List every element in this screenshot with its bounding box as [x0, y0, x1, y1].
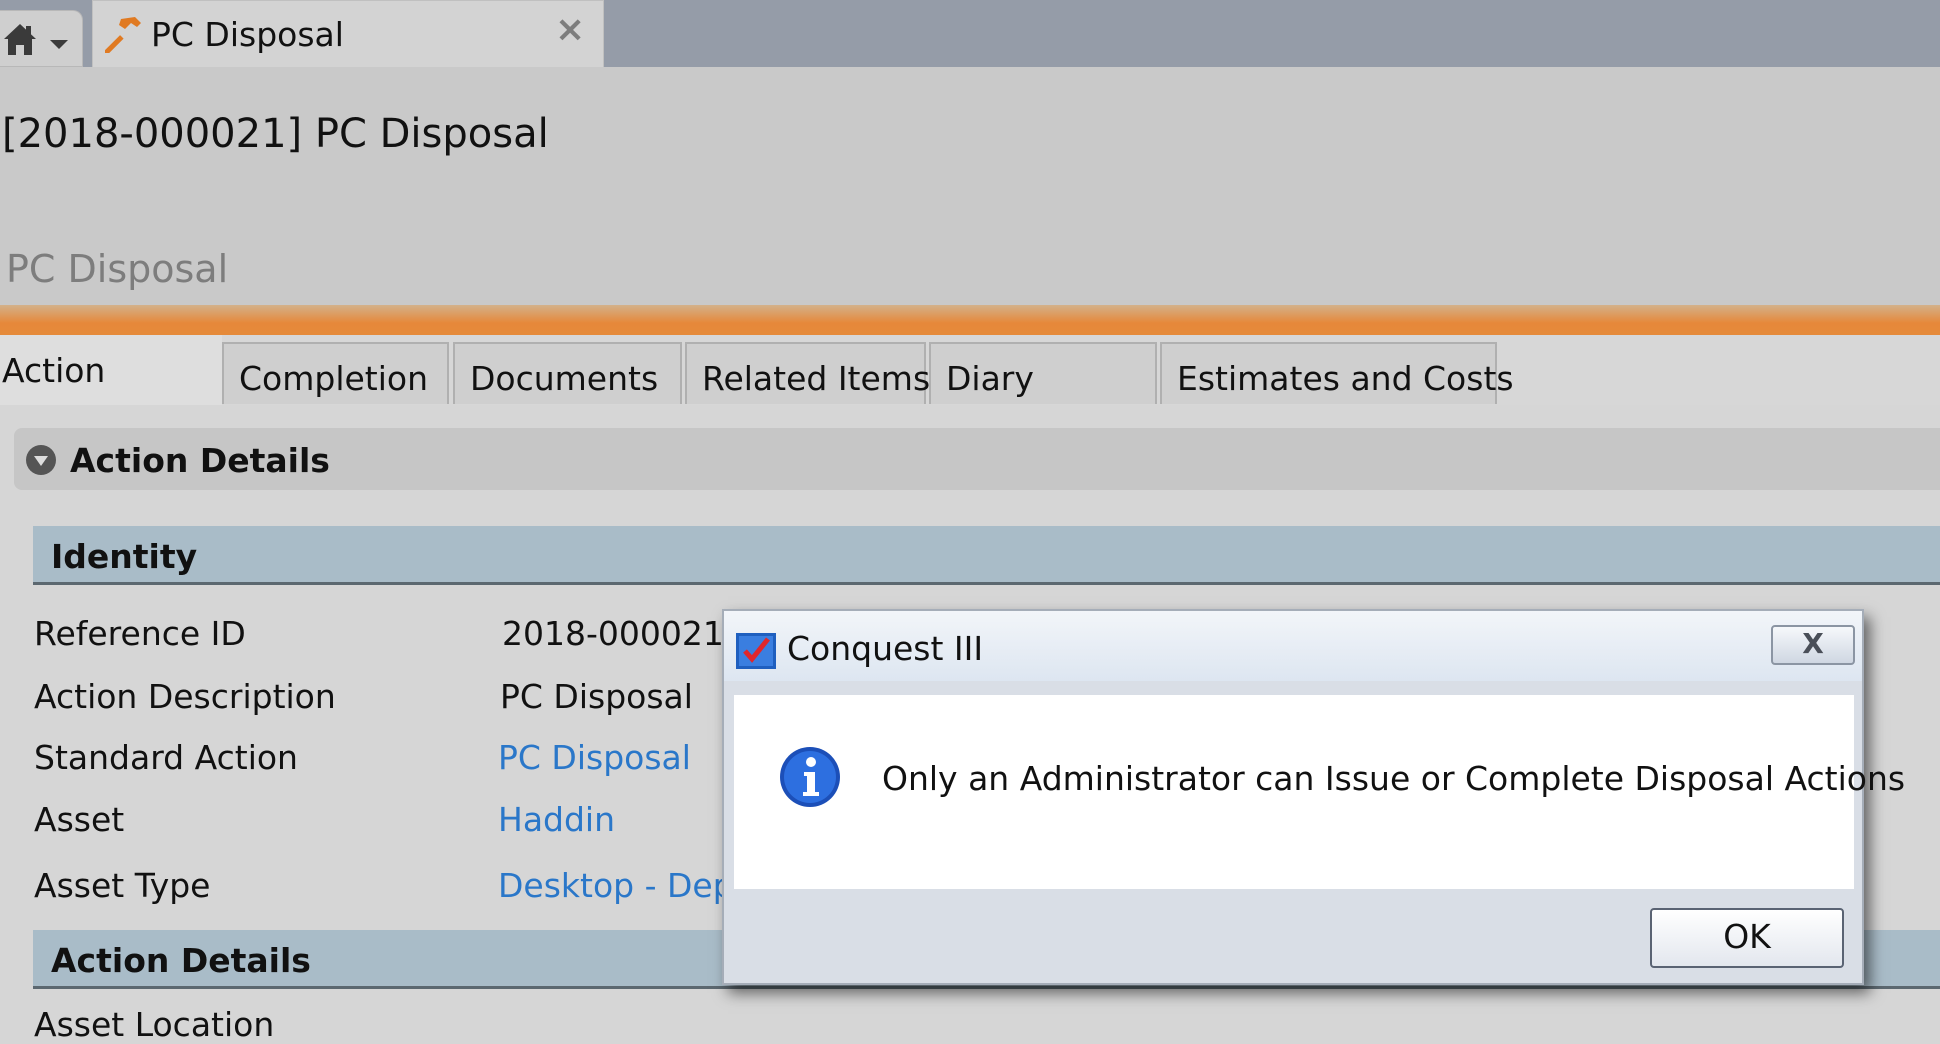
message-dialog: Conquest III X Only an Administrator can…: [722, 609, 1905, 985]
dialog-close-button[interactable]: X: [1771, 625, 1855, 665]
tab-diary[interactable]: Diary: [929, 342, 1157, 404]
dialog-titlebar[interactable]: Conquest III X: [724, 611, 1862, 681]
dialog-message: Only an Administrator can Issue or Compl…: [882, 759, 1906, 798]
tab-completion[interactable]: Completion: [222, 342, 449, 404]
record-header: [2018-000021] PC Disposal PC Disposal: [0, 67, 1940, 310]
field-label-asset: Asset: [34, 800, 125, 839]
identity-group-header: Identity: [33, 526, 1940, 585]
section-title: Action Details: [70, 441, 330, 480]
page-title: [2018-000021] PC Disposal: [2, 111, 549, 157]
app-checkmark-icon: [736, 633, 776, 669]
field-label-asset-location: Asset Location: [34, 1005, 275, 1044]
standard-action-link[interactable]: PC Disposal: [498, 738, 691, 777]
document-tab-title: PC Disposal: [151, 15, 344, 54]
field-label-reference-id: Reference ID: [34, 614, 246, 653]
tab-estimates-and-costs[interactable]: Estimates and Costs: [1160, 342, 1514, 404]
dialog-body: Only an Administrator can Issue or Compl…: [734, 695, 1905, 889]
page-subtitle: PC Disposal: [6, 247, 229, 291]
asset-type-link[interactable]: Desktop - Depr: [498, 866, 747, 905]
tab-documents[interactable]: Documents: [453, 342, 682, 404]
close-tab-icon[interactable]: ×: [555, 9, 585, 50]
asset-link[interactable]: Haddin: [498, 800, 615, 839]
info-icon: [780, 747, 840, 807]
action-details-section-header[interactable]: Action Details: [14, 428, 1940, 490]
group-title: Action Details: [51, 941, 311, 980]
header-accent-bar: [0, 305, 1940, 335]
home-icon: [4, 24, 36, 55]
field-label-asset-type: Asset Type: [34, 866, 211, 905]
group-title: Identity: [51, 537, 198, 576]
document-tab[interactable]: PC Disposal ×: [92, 0, 604, 68]
chevron-down-icon: [50, 40, 68, 49]
field-value-action-description: PC Disposal: [500, 677, 693, 716]
field-label-action-description: Action Description: [34, 677, 336, 716]
field-label-standard-action: Standard Action: [34, 738, 298, 777]
record-tabs: Action Completion Documents Related Item…: [0, 335, 1940, 405]
hammer-icon: [105, 17, 141, 53]
tab-related-items[interactable]: Related Items: [685, 342, 930, 404]
collapse-icon[interactable]: [26, 445, 56, 475]
document-tab-strip: PC Disposal ×: [0, 0, 1940, 68]
field-value-reference-id: 2018-000021: [502, 614, 724, 653]
ok-button[interactable]: OK: [1650, 908, 1844, 968]
tab-action[interactable]: Action: [0, 335, 222, 405]
home-menu-button[interactable]: [0, 10, 83, 67]
dialog-title: Conquest III: [787, 629, 984, 668]
